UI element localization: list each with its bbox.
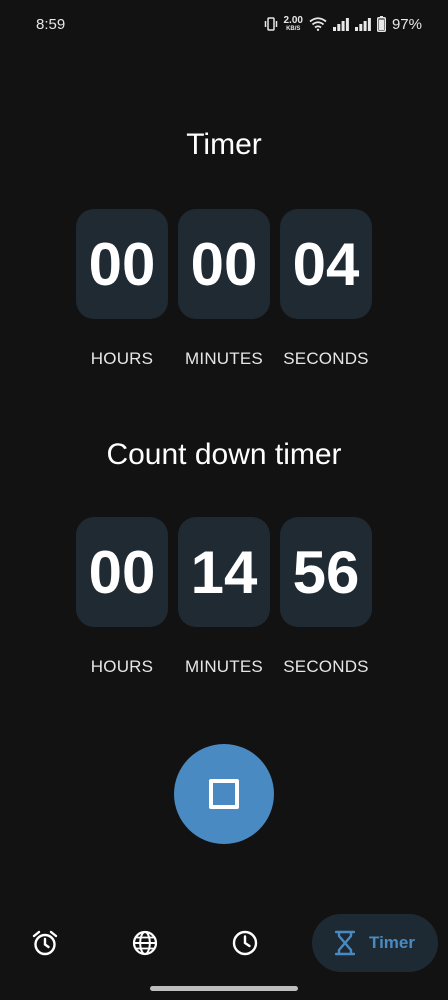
alarm-clock-icon: [32, 930, 58, 956]
clock-icon: [232, 930, 258, 956]
bottom-navigation: Timer: [0, 912, 448, 974]
stop-icon: [209, 779, 239, 809]
timer-seconds: 04: [280, 209, 372, 319]
countdown-hours: 00: [76, 517, 168, 627]
nav-alarm[interactable]: [14, 914, 76, 972]
countdown-seconds: 56: [280, 517, 372, 627]
countdown-minutes-label: MINUTES: [185, 657, 263, 676]
nav-world-clock[interactable]: [114, 914, 176, 972]
countdown-seconds-label: SECONDS: [283, 657, 369, 676]
timer-minutes: 00: [178, 209, 270, 319]
timer-digits: 00 00 04: [76, 209, 372, 319]
battery-icon: [376, 16, 386, 32]
network-speed-value: 2.00: [283, 15, 303, 26]
stop-button[interactable]: [174, 744, 274, 844]
countdown-hours-label: HOURS: [90, 657, 154, 676]
timer-screen: 8:59 2.00 KB/S 97% Timer 00 00 04 HOURS …: [0, 0, 448, 1000]
network-speed-unit: KB/S: [286, 26, 301, 32]
globe-icon: [132, 930, 158, 956]
battery-percent: 97%: [391, 15, 422, 33]
home-indicator[interactable]: [150, 986, 298, 991]
nav-timer[interactable]: Timer: [312, 914, 438, 972]
countdown-title: Count down timer: [106, 438, 342, 471]
timer-hours: 00: [76, 209, 168, 319]
wifi-icon: [309, 17, 327, 31]
countdown-digits: 00 14 56: [76, 517, 372, 627]
nav-timer-label: Timer: [369, 933, 415, 952]
countdown-unit-labels: HOURS MINUTES SECONDS: [76, 657, 372, 681]
timer-title: Timer: [186, 128, 262, 161]
signal-icon: [332, 18, 349, 31]
status-time: 8:59: [36, 15, 66, 33]
status-icons: 2.00 KB/S 97%: [264, 15, 422, 33]
timer-minutes-label: MINUTES: [185, 349, 263, 368]
hourglass-icon: [335, 930, 355, 956]
status-bar: 8:59 2.00 KB/S 97%: [0, 0, 448, 48]
timer-seconds-label: SECONDS: [283, 349, 369, 368]
timer-hours-label: HOURS: [90, 349, 154, 368]
network-speed: 2.00 KB/S: [283, 15, 303, 33]
countdown-minutes: 14: [178, 517, 270, 627]
signal-icon-2: [354, 18, 371, 31]
vibrate-icon: [264, 17, 277, 31]
nav-clock[interactable]: [214, 914, 276, 972]
timer-unit-labels: HOURS MINUTES SECONDS: [76, 349, 372, 373]
